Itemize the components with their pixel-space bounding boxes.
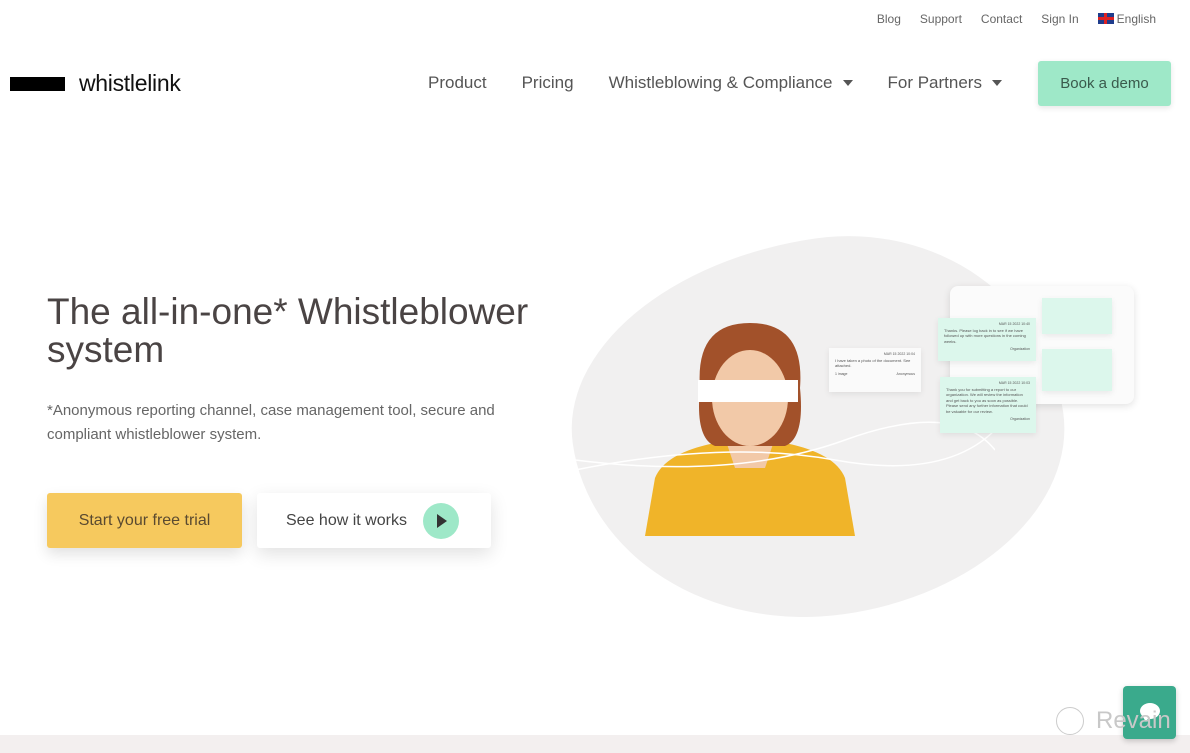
see-how-it-works-button[interactable]: See how it works — [257, 493, 491, 548]
blog-link[interactable]: Blog — [877, 12, 901, 26]
contact-link[interactable]: Contact — [981, 12, 1022, 26]
nav-for-partners[interactable]: For Partners — [888, 73, 1002, 93]
utility-nav: Blog Support Contact Sign In English — [877, 12, 1156, 26]
see-how-label: See how it works — [286, 511, 407, 529]
revain-watermark: Revain — [1056, 707, 1171, 735]
logo-text: whistlelink — [79, 70, 181, 96]
support-link[interactable]: Support — [920, 12, 962, 26]
main-nav: Product Pricing Whistleblowing & Complia… — [428, 73, 1002, 93]
nav-product[interactable]: Product — [428, 73, 487, 93]
nav-pricing[interactable]: Pricing — [522, 73, 574, 93]
logo-mark — [10, 76, 65, 91]
logo[interactable]: whistlelink — [10, 70, 181, 97]
nav-whistleblowing-compliance[interactable]: Whistleblowing & Compliance — [609, 73, 853, 93]
chat-card-organization-welcome: MAR 15 2022 10:03 Thank you for submittin… — [940, 377, 1036, 433]
play-icon — [422, 502, 459, 539]
decorative-lines — [575, 421, 995, 471]
chat-card-organization: MAR 15 2022 10:40 Thanks. Please log back… — [938, 318, 1036, 361]
hero-subtitle: *Anonymous reporting channel, case manag… — [47, 402, 495, 443]
start-trial-button[interactable]: Start your free trial — [47, 493, 242, 548]
uk-flag-icon — [1097, 13, 1114, 24]
next-section-strip — [0, 735, 1190, 753]
book-demo-button[interactable]: Book a demo — [1038, 61, 1171, 106]
chat-card-anonymous: MAR 15 2022 10:04 I have taken a photo of… — [829, 348, 921, 392]
language-selector[interactable]: English — [1097, 12, 1156, 26]
sign-in-link[interactable]: Sign In — [1041, 12, 1078, 26]
language-label: English — [1116, 12, 1156, 26]
hero-title: The all-in-one* Whistleblower system — [47, 291, 529, 370]
revain-logo-icon — [1056, 707, 1084, 735]
revain-watermark-text: Revain — [1096, 707, 1171, 734]
